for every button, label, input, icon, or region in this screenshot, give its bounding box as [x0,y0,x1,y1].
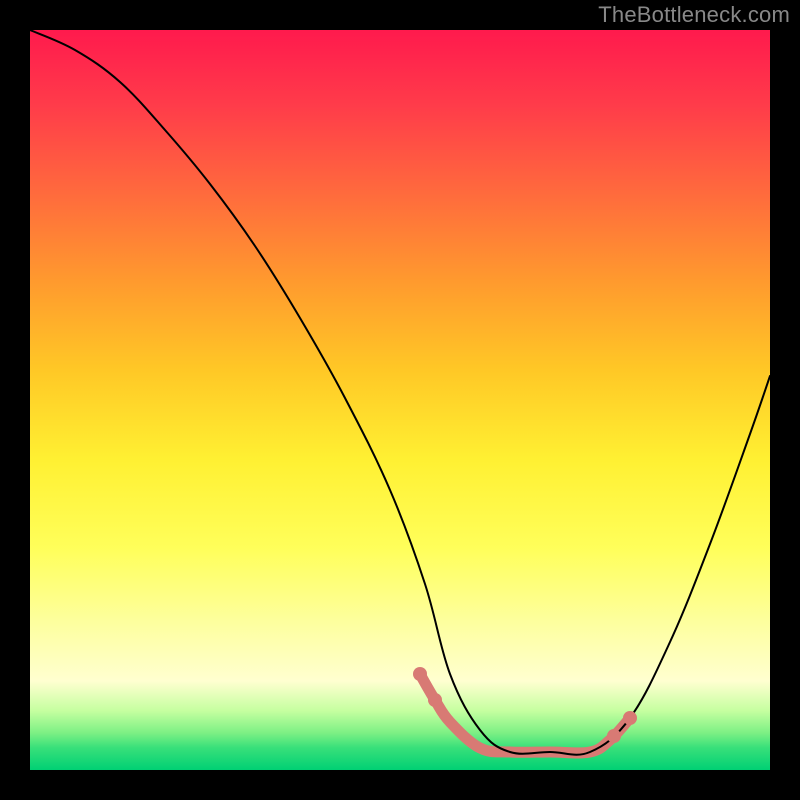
watermark-label: TheBottleneck.com [598,2,790,28]
highlight-dot [428,693,442,707]
bottleneck-curve [30,30,770,755]
chart-figure: TheBottleneck.com [0,0,800,800]
highlight-band [420,674,630,753]
plot-area [30,30,770,770]
highlight-dot [607,729,621,743]
highlight-dot [413,667,427,681]
curve-layer [30,30,770,770]
highlight-dot [623,711,637,725]
